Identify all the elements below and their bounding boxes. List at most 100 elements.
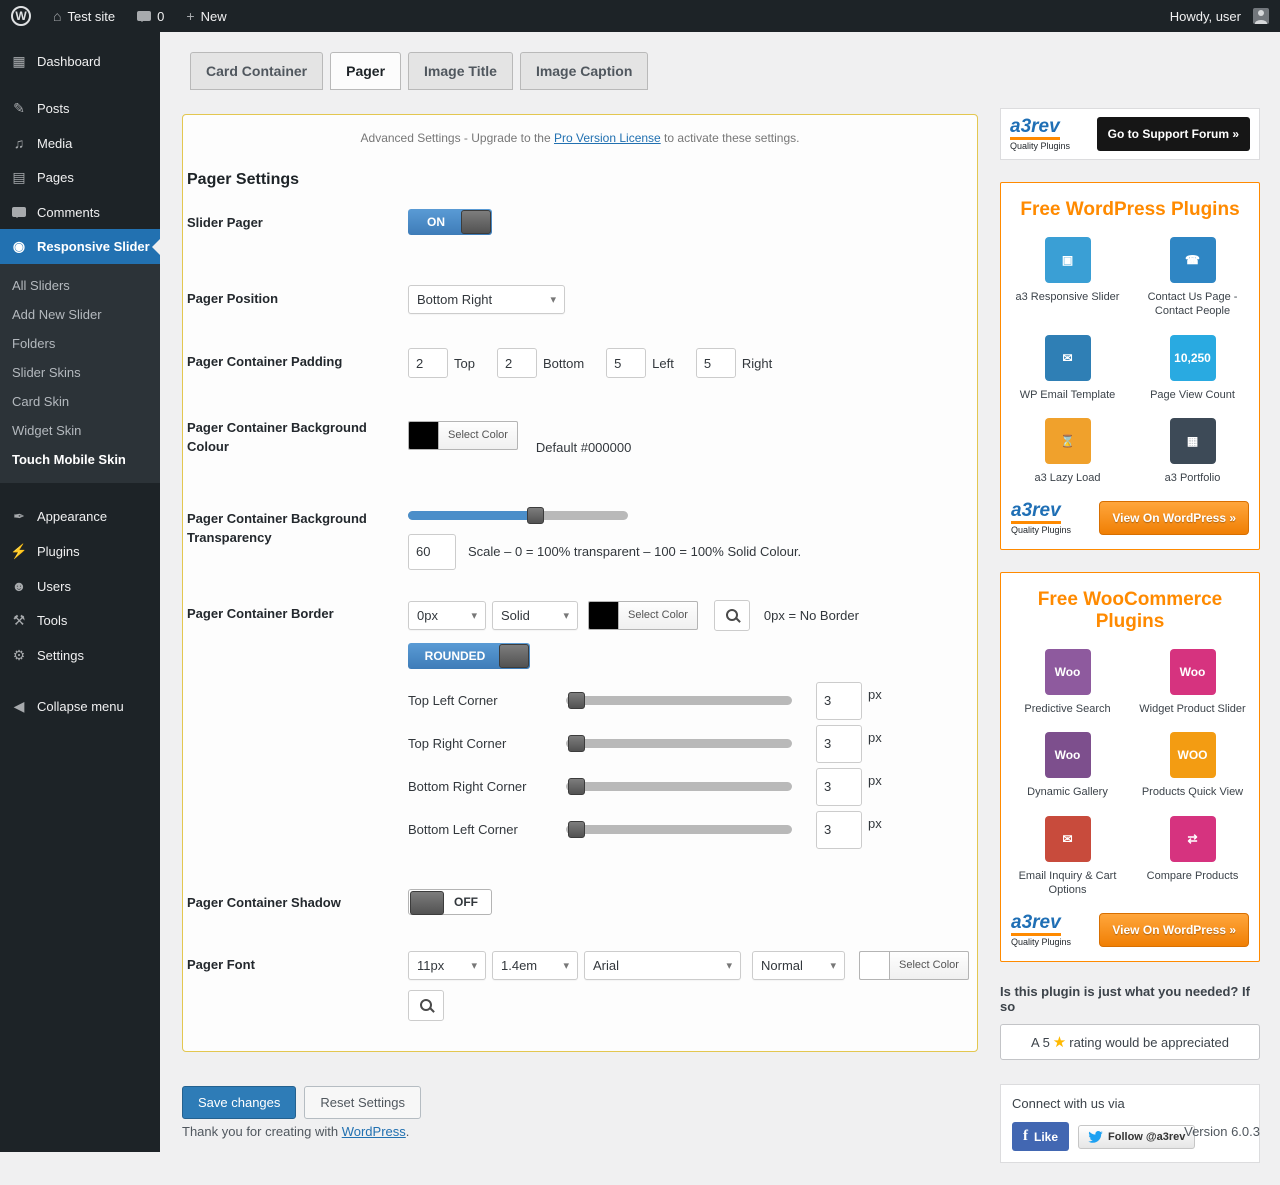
sidebar-item-comments[interactable]: Comments bbox=[0, 195, 160, 229]
bottom-left-corner-input[interactable] bbox=[816, 811, 862, 849]
submenu-item-all-sliders[interactable]: All Sliders bbox=[0, 271, 160, 300]
top-left-corner-slider[interactable] bbox=[566, 696, 792, 705]
view-on-wordpress-button[interactable]: View On WordPress » bbox=[1099, 501, 1249, 535]
view-on-wordpress-button[interactable]: View On WordPress » bbox=[1099, 913, 1249, 947]
padding-right-input[interactable] bbox=[696, 348, 736, 378]
collapse-icon: ◀ bbox=[10, 698, 28, 715]
padding-bottom-input[interactable] bbox=[497, 348, 537, 378]
slider-knob[interactable] bbox=[568, 692, 585, 709]
border-preview-button[interactable] bbox=[714, 600, 750, 631]
footer-thanks-suffix: . bbox=[406, 1124, 410, 1139]
sidebar-item-users[interactable]: ☻ Users bbox=[0, 569, 160, 603]
plus-icon: + bbox=[186, 8, 194, 24]
transparency-input[interactable] bbox=[408, 534, 456, 570]
plugin-caption: Products Quick View bbox=[1142, 785, 1243, 799]
border-select-color-button[interactable]: Select Color bbox=[618, 601, 698, 630]
bottom-left-corner-slider[interactable] bbox=[566, 825, 792, 834]
wordpress-menu[interactable]: W bbox=[0, 0, 42, 32]
slider-knob[interactable] bbox=[527, 507, 544, 524]
bottom-right-corner-slider[interactable] bbox=[566, 782, 792, 791]
bg-select-color-button[interactable]: Select Color bbox=[438, 421, 518, 450]
padding-left-input[interactable] bbox=[606, 348, 646, 378]
sidebar-item-pages[interactable]: ▤ Pages bbox=[0, 160, 160, 195]
plugin-item-contact-us-page[interactable]: ☎ Contact Us Page - Contact People bbox=[1134, 237, 1251, 319]
font-color-swatch[interactable] bbox=[859, 951, 889, 980]
new-content-menu[interactable]: + New bbox=[175, 0, 237, 32]
bg-color-swatch[interactable] bbox=[408, 421, 438, 450]
support-forum-button[interactable]: Go to Support Forum » bbox=[1097, 117, 1250, 151]
admin-sidebar: ▦ Dashboard ✎ Posts ♫ Media ▤ Pages Comm… bbox=[0, 32, 160, 1152]
plugin-item-predictive-search[interactable]: Woo Predictive Search bbox=[1009, 649, 1126, 716]
pager-position-select[interactable]: Bottom Right bbox=[408, 285, 565, 314]
sidebar-item-settings[interactable]: ⚙ Settings bbox=[0, 638, 160, 673]
top-right-corner-input[interactable] bbox=[816, 725, 862, 763]
sidebar-item-posts[interactable]: ✎ Posts bbox=[0, 91, 160, 126]
account-menu[interactable]: Howdy, user bbox=[1159, 0, 1280, 32]
slider-knob[interactable] bbox=[568, 735, 585, 752]
sidebar-label: Comments bbox=[37, 205, 100, 220]
slider-knob[interactable] bbox=[568, 821, 585, 838]
top-left-corner-input[interactable] bbox=[816, 682, 862, 720]
tab-image-title[interactable]: Image Title bbox=[408, 52, 513, 90]
plugin-item-a3-responsive-slider[interactable]: ▣ a3 Responsive Slider bbox=[1009, 237, 1126, 319]
plugin-item-a3-lazy-load[interactable]: ⌛ a3 Lazy Load bbox=[1009, 418, 1126, 485]
wordpress-link[interactable]: WordPress bbox=[342, 1124, 406, 1139]
pro-version-license-link[interactable]: Pro Version License bbox=[554, 131, 661, 145]
tab-card-container[interactable]: Card Container bbox=[190, 52, 323, 90]
plugin-caption: a3 Lazy Load bbox=[1034, 471, 1100, 485]
plugin-item-widget-product-slider[interactable]: Woo Widget Product Slider bbox=[1134, 649, 1251, 716]
sidebar-item-dashboard[interactable]: ▦ Dashboard bbox=[0, 44, 160, 79]
selected-value: Arial bbox=[593, 958, 619, 973]
rating-widget[interactable]: A 5★rating would be appreciated bbox=[1000, 1024, 1260, 1060]
tab-image-caption[interactable]: Image Caption bbox=[520, 52, 648, 90]
shadow-toggle[interactable]: OFF bbox=[408, 889, 492, 915]
plugin-item-dynamic-gallery[interactable]: Woo Dynamic Gallery bbox=[1009, 732, 1126, 799]
slider-pager-toggle[interactable]: ON bbox=[408, 209, 492, 235]
submenu-item-card-skin[interactable]: Card Skin bbox=[0, 387, 160, 416]
plugin-item-products-quick-view[interactable]: WOO Products Quick View bbox=[1134, 732, 1251, 799]
sidebar-item-plugins[interactable]: ⚡ Plugins bbox=[0, 534, 160, 569]
submenu-item-slider-skins[interactable]: Slider Skins bbox=[0, 358, 160, 387]
border-color-swatch[interactable] bbox=[588, 601, 618, 630]
plugin-item-compare-products[interactable]: ⇄ Compare Products bbox=[1134, 816, 1251, 898]
font-family-select[interactable]: Arial bbox=[584, 951, 741, 980]
sidebar-item-tools[interactable]: ⚒ Tools bbox=[0, 603, 160, 638]
tab-pager[interactable]: Pager bbox=[330, 52, 401, 90]
plugin-item-page-view-count[interactable]: 10,250 Page View Count bbox=[1134, 335, 1251, 402]
corner-row-bottom-right: Bottom Right Corner px bbox=[408, 767, 973, 807]
submenu-item-touch-mobile-skin[interactable]: Touch Mobile Skin bbox=[0, 445, 160, 474]
border-width-select[interactable]: 0px bbox=[408, 601, 486, 630]
rounded-toggle[interactable]: ROUNDED bbox=[408, 643, 530, 669]
setting-row-slider-pager: Slider Pager ON bbox=[187, 209, 973, 235]
sidebar-item-responsive-slider[interactable]: ◉ Responsive Slider bbox=[0, 229, 160, 264]
font-select-color-button[interactable]: Select Color bbox=[889, 951, 969, 980]
camera-icon: ◉ bbox=[10, 238, 28, 255]
bottom-right-corner-input[interactable] bbox=[816, 768, 862, 806]
sidebar-label: Responsive Slider bbox=[37, 239, 150, 254]
line-height-select[interactable]: 1.4em bbox=[492, 951, 578, 980]
font-size-select[interactable]: 11px bbox=[408, 951, 486, 980]
save-changes-button[interactable]: Save changes bbox=[182, 1086, 296, 1119]
padding-top-suffix: Top bbox=[454, 356, 475, 371]
font-preview-button[interactable] bbox=[408, 990, 444, 1021]
a3rev-logo-subtext: Quality Plugins bbox=[1010, 142, 1070, 151]
padding-top-input[interactable] bbox=[408, 348, 448, 378]
submenu-item-add-new-slider[interactable]: Add New Slider bbox=[0, 300, 160, 329]
font-weight-select[interactable]: Normal bbox=[752, 951, 845, 980]
reset-settings-button[interactable]: Reset Settings bbox=[304, 1086, 421, 1119]
plugin-item-wp-email-template[interactable]: ✉ WP Email Template bbox=[1009, 335, 1126, 402]
sidebar-item-appearance[interactable]: ✒ Appearance bbox=[0, 499, 160, 534]
collapse-menu-button[interactable]: ◀ Collapse menu bbox=[0, 689, 160, 724]
submenu-item-folders[interactable]: Folders bbox=[0, 329, 160, 358]
border-style-select[interactable]: Solid bbox=[492, 601, 578, 630]
rating-question: Is this plugin is just what you needed? … bbox=[1000, 984, 1260, 1014]
submenu-item-widget-skin[interactable]: Widget Skin bbox=[0, 416, 160, 445]
comments-shortcut[interactable]: 0 bbox=[126, 0, 175, 32]
slider-knob[interactable] bbox=[568, 778, 585, 795]
top-right-corner-slider[interactable] bbox=[566, 739, 792, 748]
plugin-item-a3-portfolio[interactable]: ▦ a3 Portfolio bbox=[1134, 418, 1251, 485]
site-menu[interactable]: ⌂ Test site bbox=[42, 0, 126, 32]
sidebar-item-media[interactable]: ♫ Media bbox=[0, 126, 160, 160]
transparency-slider[interactable] bbox=[408, 511, 628, 520]
plugin-item-email-inquiry-cart-options[interactable]: ✉ Email Inquiry & Cart Options bbox=[1009, 816, 1126, 898]
